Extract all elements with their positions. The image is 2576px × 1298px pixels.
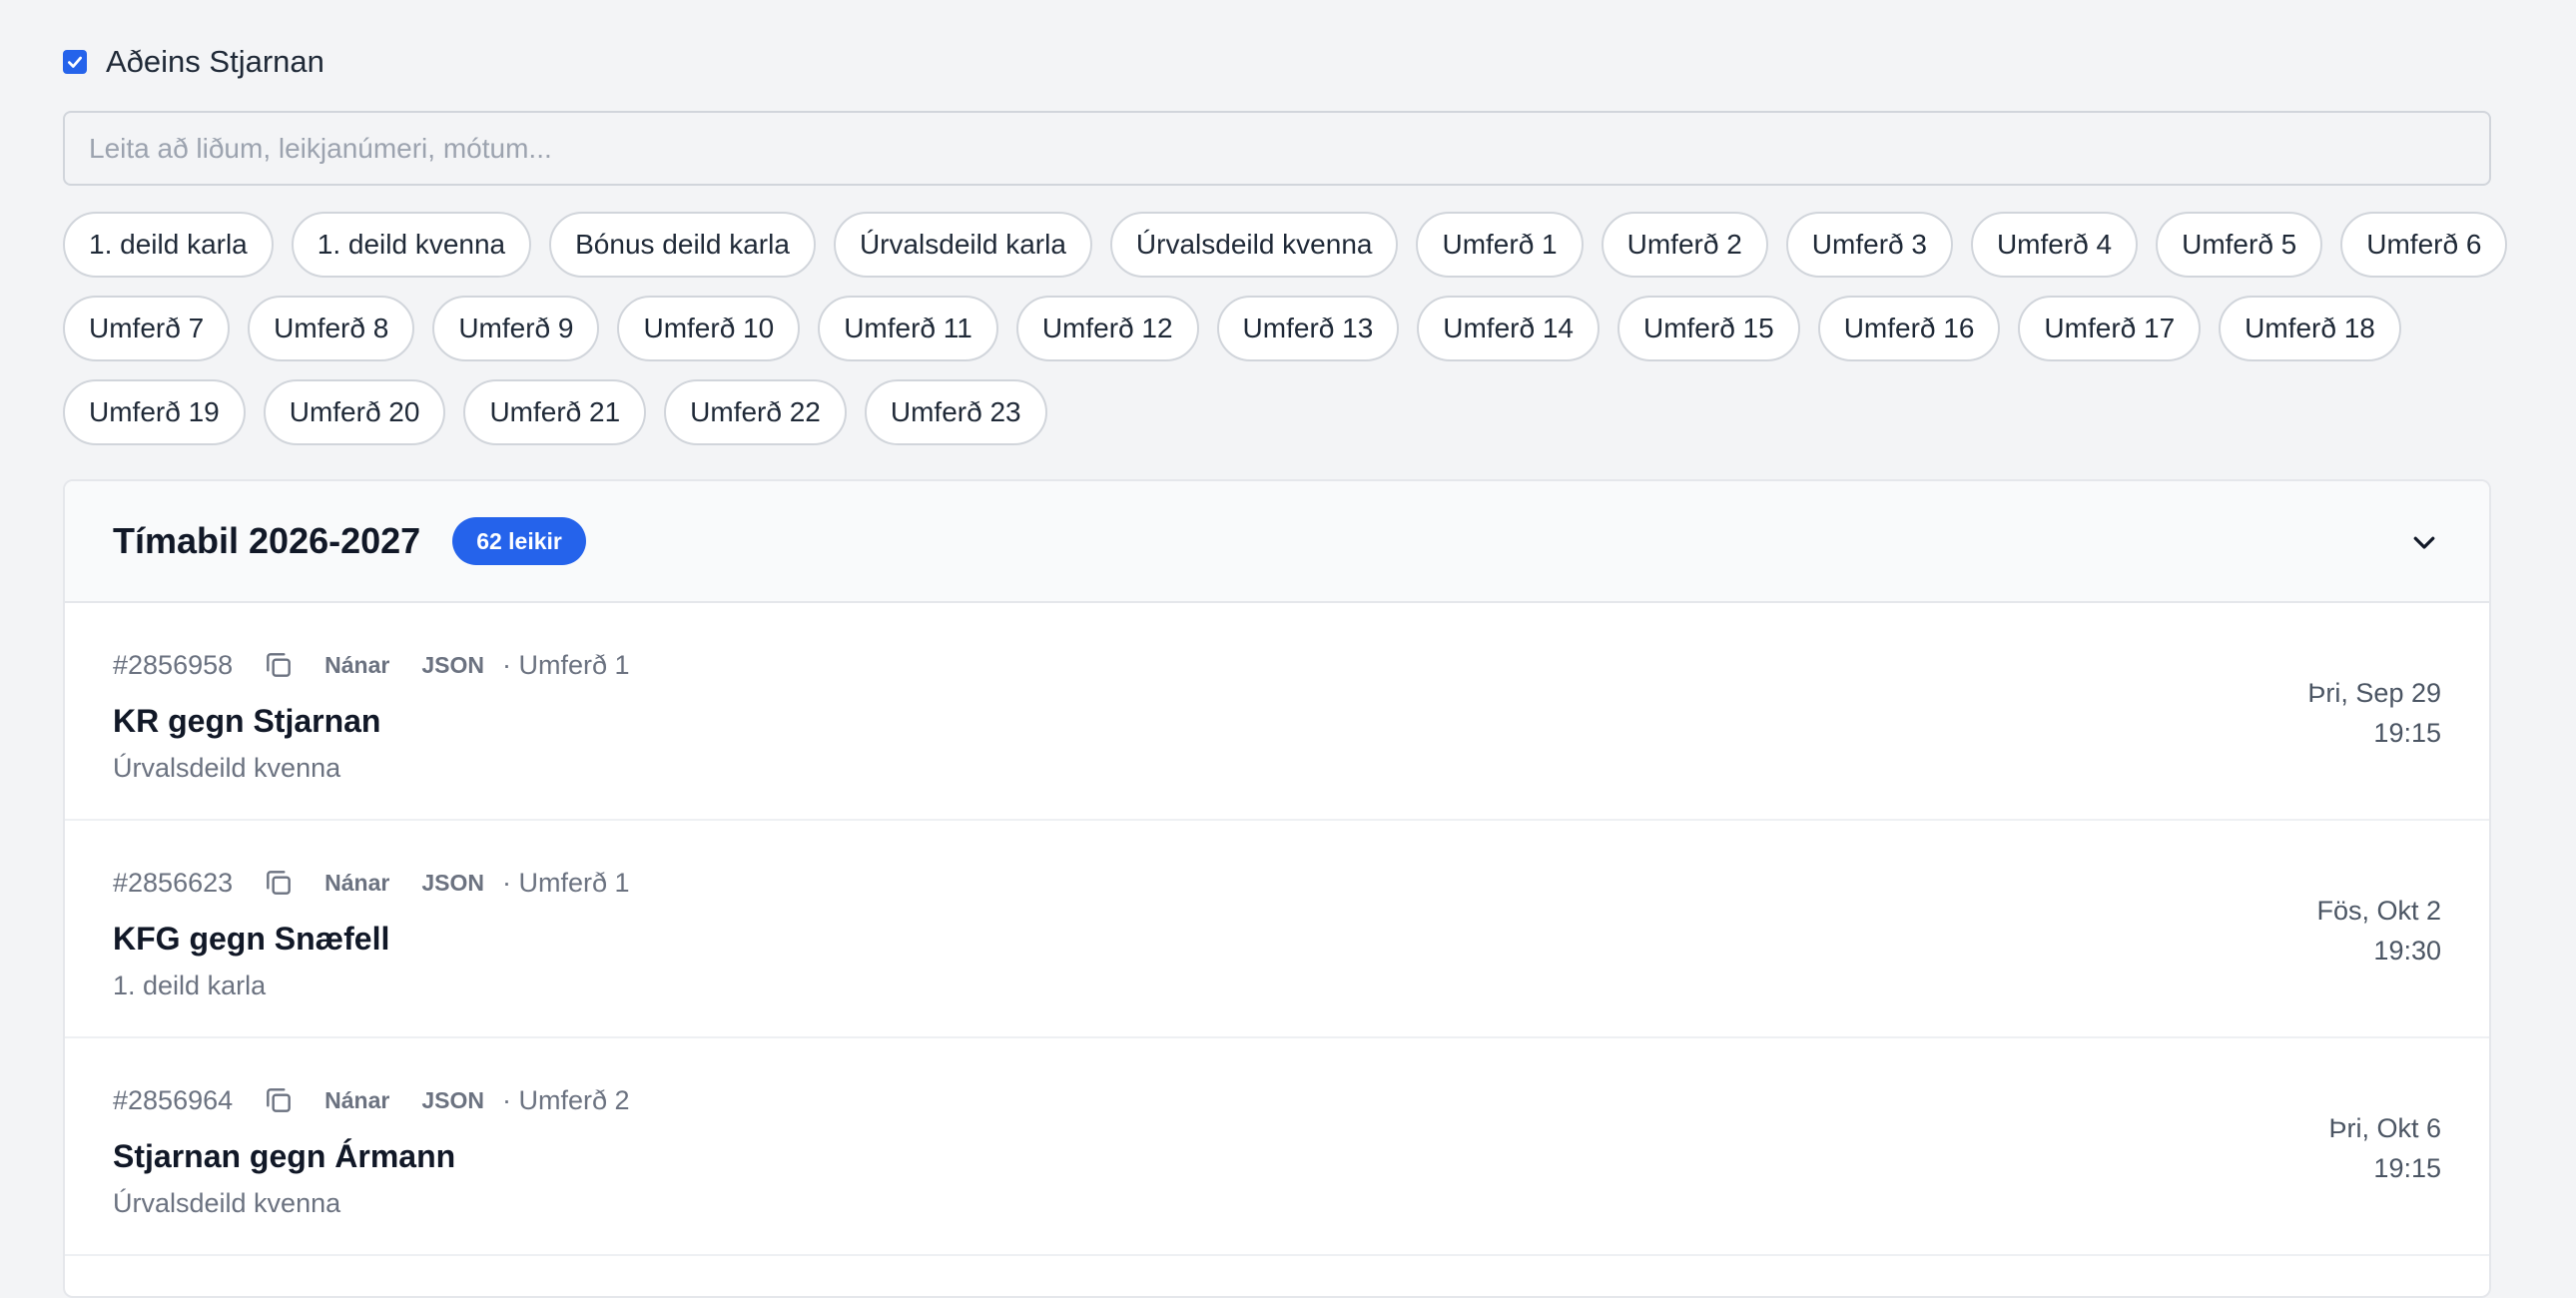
stjarnan-filter[interactable]: Aðeins Stjarnan [63, 44, 324, 80]
game-league: Úrvalsdeild kvenna [113, 1188, 341, 1218]
game-meta: #2856623 Nánar JSON · Umferð 1 [113, 867, 630, 899]
copy-icon[interactable] [263, 649, 295, 681]
chip-umferd-10[interactable]: Umferð 10 [617, 296, 801, 361]
json-link[interactable]: JSON [421, 652, 484, 679]
game-datetime: Fös, Okt 2 19:30 [2316, 891, 2441, 971]
season-card: Tímabil 2026-2027 62 leikir #2856958 Nán… [63, 479, 2491, 1298]
stjarnan-filter-label: Aðeins Stjarnan [106, 44, 324, 79]
chip-bonus-deild-karla[interactable]: Bónus deild karla [549, 212, 816, 278]
game-time: 19:30 [2373, 936, 2441, 966]
chip-umferd-18[interactable]: Umferð 18 [2219, 296, 2401, 361]
chip-umferd-9[interactable]: Umferð 9 [432, 296, 600, 361]
game-round: · Umferð 1 [501, 867, 630, 898]
game-row: #2856958 Nánar JSON · Umferð 1 KR gegn S… [65, 603, 2489, 821]
season-header[interactable]: Tímabil 2026-2027 62 leikir [65, 481, 2489, 603]
game-teams: KFG gegn Snæfell [113, 921, 390, 957]
game-id: #2856623 [113, 867, 234, 898]
chip-umferd-5[interactable]: Umferð 5 [2156, 212, 2323, 278]
game-datetime: Þri, Okt 6 19:15 [2328, 1108, 2441, 1188]
chip-umferd-21[interactable]: Umferð 21 [463, 379, 647, 445]
chip-umferd-17[interactable]: Umferð 17 [2018, 296, 2202, 361]
chip-umferd-14[interactable]: Umferð 14 [1417, 296, 1600, 361]
chip-umferd-8[interactable]: Umferð 8 [248, 296, 415, 361]
details-link[interactable]: Nánar [324, 652, 389, 679]
chip-umferd-15[interactable]: Umferð 15 [1616, 296, 1800, 361]
json-link[interactable]: JSON [421, 1087, 484, 1114]
chip-umferd-22[interactable]: Umferð 22 [664, 379, 847, 445]
details-link[interactable]: Nánar [324, 1087, 389, 1114]
game-date: Þri, Okt 6 [2328, 1113, 2441, 1143]
chip-umferd-23[interactable]: Umferð 23 [864, 379, 1047, 445]
game-time: 19:15 [2373, 1153, 2441, 1183]
chip-umferd-16[interactable]: Umferð 16 [1817, 296, 2001, 361]
chip-1-deild-kvenna[interactable]: 1. deild kvenna [291, 212, 532, 278]
chevron-down-icon[interactable] [2409, 527, 2439, 557]
game-league: 1. deild karla [113, 971, 267, 1000]
search-input[interactable] [63, 111, 2491, 186]
game-id: #2856964 [113, 1084, 234, 1115]
chip-urvalsdeild-karla[interactable]: Úrvalsdeild karla [833, 212, 1092, 278]
json-link[interactable]: JSON [421, 870, 484, 897]
game-datetime: Þri, Sep 29 19:15 [2307, 673, 2441, 753]
chip-umferd-20[interactable]: Umferð 20 [263, 379, 446, 445]
game-league: Úrvalsdeild kvenna [113, 753, 341, 783]
chip-umferd-4[interactable]: Umferð 4 [1970, 212, 2139, 278]
season-title: Tímabil 2026-2027 [113, 520, 421, 561]
game-teams: Stjarnan gegn Ármann [113, 1138, 456, 1174]
game-id: #2856958 [113, 649, 234, 680]
chip-umferd-19[interactable]: Umferð 19 [63, 379, 246, 445]
chip-umferd-13[interactable]: Umferð 13 [1216, 296, 1400, 361]
game-meta: #2856958 Nánar JSON · Umferð 1 [113, 649, 630, 681]
game-round: · Umferð 2 [501, 1084, 630, 1115]
game-meta: #2856964 Nánar JSON · Umferð 2 [113, 1084, 630, 1116]
copy-icon[interactable] [263, 1084, 295, 1116]
stjarnan-checkbox[interactable] [63, 50, 87, 74]
chip-1-deild-karla[interactable]: 1. deild karla [63, 212, 274, 278]
game-teams: KR gegn Stjarnan [113, 703, 381, 739]
copy-icon[interactable] [263, 867, 295, 899]
game-row: #2856964 Nánar JSON · Umferð 2 Stjarnan … [65, 1038, 2489, 1256]
chip-urvalsdeild-kvenna[interactable]: Úrvalsdeild kvenna [1109, 212, 1399, 278]
game-time: 19:15 [2373, 718, 2441, 748]
chip-umferd-12[interactable]: Umferð 12 [1015, 296, 1199, 361]
chip-umferd-1[interactable]: Umferð 1 [1416, 212, 1584, 278]
details-link[interactable]: Nánar [324, 870, 389, 897]
game-date: Þri, Sep 29 [2307, 678, 2441, 708]
chip-umferd-11[interactable]: Umferð 11 [818, 296, 998, 361]
chip-umferd-7[interactable]: Umferð 7 [63, 296, 231, 361]
chip-umferd-2[interactable]: Umferð 2 [1601, 212, 1768, 278]
games-count-badge: 62 leikir [452, 517, 586, 565]
chip-umferd-6[interactable]: Umferð 6 [2340, 212, 2508, 278]
chip-row-2: Umferð 7 Umferð 8 Umferð 9 Umferð 10 Umf… [63, 296, 2401, 361]
game-row: #2856623 Nánar JSON · Umferð 1 KFG gegn … [65, 821, 2489, 1038]
check-icon [68, 56, 82, 68]
game-round: · Umferð 1 [501, 649, 630, 680]
chip-umferd-3[interactable]: Umferð 3 [1785, 212, 1953, 278]
game-date: Fös, Okt 2 [2316, 896, 2441, 926]
chip-row-3: Umferð 19 Umferð 20 Umferð 21 Umferð 22 … [63, 379, 1047, 445]
chip-row-1: 1. deild karla 1. deild kvenna Bónus dei… [63, 212, 2508, 278]
